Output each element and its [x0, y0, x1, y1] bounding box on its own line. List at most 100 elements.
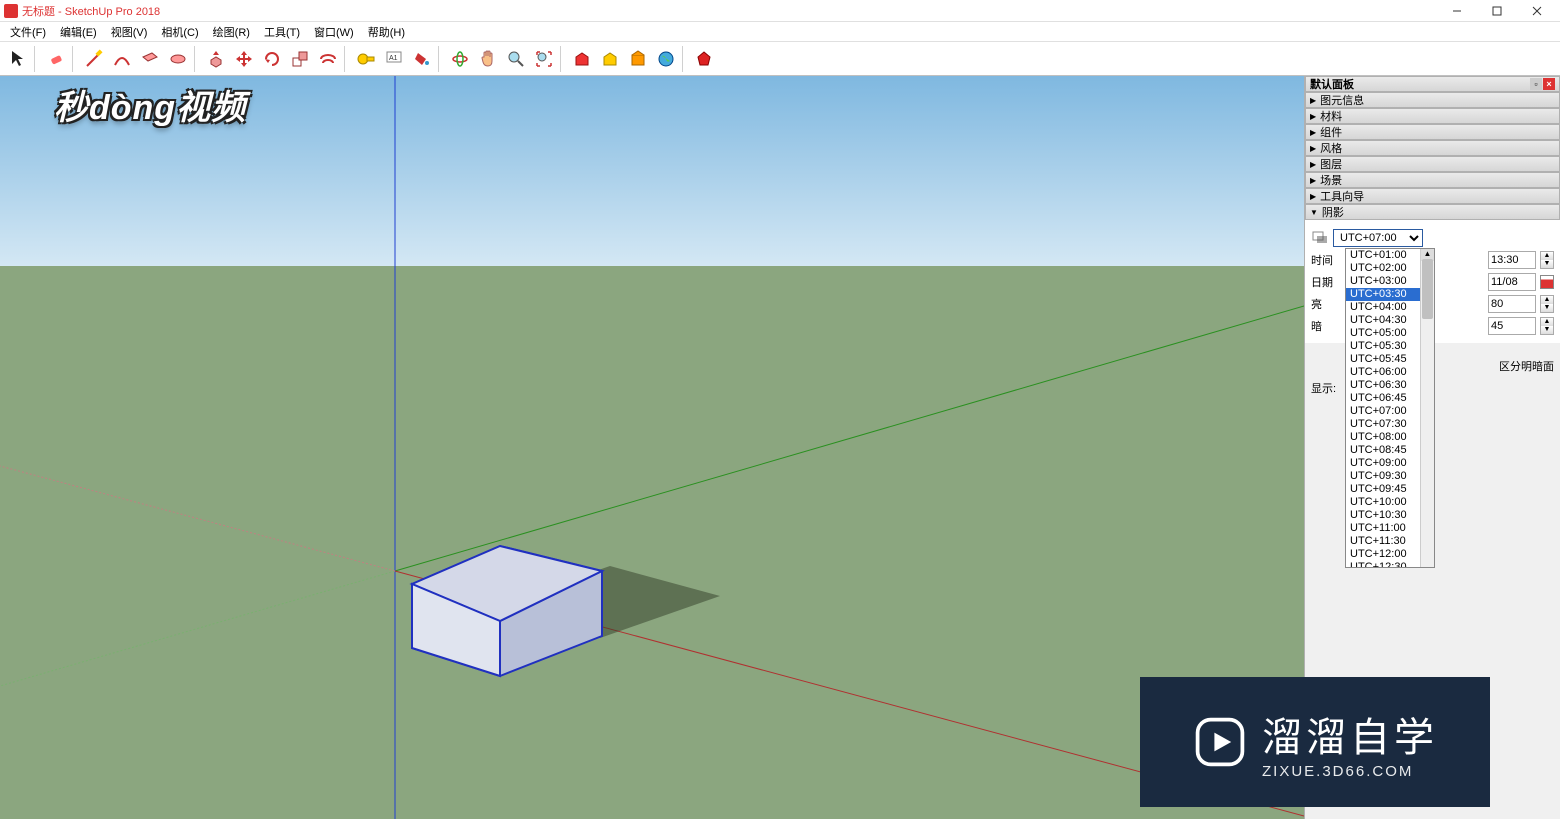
zoom-tool[interactable]	[503, 46, 529, 72]
panel-shadows[interactable]: 阴影	[1305, 204, 1560, 220]
tz-option[interactable]: UTC+06:45	[1346, 392, 1420, 405]
dropdown-scrollbar[interactable]: ▲▼	[1420, 249, 1434, 568]
panel-materials[interactable]: 材料	[1305, 108, 1560, 124]
menu-tools[interactable]: 工具(T)	[258, 23, 306, 41]
tz-option[interactable]: UTC+11:30	[1346, 535, 1420, 548]
main-toolbar: A1	[0, 42, 1560, 76]
dark-input[interactable]: 45	[1488, 317, 1536, 335]
window-title: 无标题 - SketchUp Pro 2018	[22, 3, 1444, 19]
tray-title-label: 默认面板	[1310, 76, 1354, 92]
menu-file[interactable]: 文件(F)	[4, 23, 52, 41]
panel-entity-info[interactable]: 图元信息	[1305, 92, 1560, 108]
tz-option[interactable]: UTC+05:45	[1346, 353, 1420, 366]
timezone-select[interactable]: UTC+07:00	[1333, 229, 1423, 247]
date-label: 日期	[1311, 274, 1339, 290]
bright-spinner[interactable]: ▲▼	[1540, 295, 1554, 313]
menu-bar: 文件(F) 编辑(E) 视图(V) 相机(C) 绘图(R) 工具(T) 窗口(W…	[0, 22, 1560, 42]
maximize-button[interactable]	[1484, 2, 1510, 20]
geo-location-tool[interactable]	[653, 46, 679, 72]
tz-option[interactable]: UTC+01:00	[1346, 249, 1420, 262]
face-sun-checkbox-label: 区分明暗面	[1499, 358, 1554, 374]
menu-camera[interactable]: 相机(C)	[155, 23, 204, 41]
time-input[interactable]: 13:30	[1488, 251, 1536, 269]
app-icon	[4, 4, 18, 18]
tz-option[interactable]: UTC+09:45	[1346, 483, 1420, 496]
time-label: 时间	[1311, 252, 1339, 268]
watermark-url-text: ZIXUE.3D66.COM	[1262, 763, 1413, 780]
offset-tool[interactable]	[315, 46, 341, 72]
select-tool[interactable]	[5, 46, 31, 72]
display-label: 显示:	[1311, 380, 1341, 396]
tz-option[interactable]: UTC+03:00	[1346, 275, 1420, 288]
rectangle-tool[interactable]	[137, 46, 163, 72]
text-tool[interactable]: A1	[381, 46, 407, 72]
orbit-tool[interactable]	[447, 46, 473, 72]
close-button[interactable]	[1524, 2, 1550, 20]
tz-option[interactable]: UTC+06:30	[1346, 379, 1420, 392]
time-spinner[interactable]: ▲▼	[1540, 251, 1554, 269]
panel-layers[interactable]: 图层	[1305, 156, 1560, 172]
paint-bucket-tool[interactable]	[409, 46, 435, 72]
menu-edit[interactable]: 编辑(E)	[54, 23, 103, 41]
rotate-tool[interactable]	[259, 46, 285, 72]
arc-tool[interactable]	[109, 46, 135, 72]
pan-tool[interactable]	[475, 46, 501, 72]
extension-warehouse-tool[interactable]	[625, 46, 651, 72]
tz-option[interactable]: UTC+02:00	[1346, 262, 1420, 275]
tz-option[interactable]: UTC+09:30	[1346, 470, 1420, 483]
watermark-logo-top: 秒dòng视频	[54, 80, 246, 129]
minimize-button[interactable]	[1444, 2, 1470, 20]
model-axes	[0, 76, 1304, 819]
move-tool[interactable]	[231, 46, 257, 72]
line-tool[interactable]	[81, 46, 107, 72]
tz-option[interactable]: UTC+08:00	[1346, 431, 1420, 444]
menu-view[interactable]: 视图(V)	[105, 23, 154, 41]
bright-label: 亮	[1311, 296, 1339, 312]
tape-measure-tool[interactable]	[353, 46, 379, 72]
timezone-dropdown-list[interactable]: UTC+01:00UTC+02:00UTC+03:00UTC+03:30UTC+…	[1345, 248, 1435, 568]
shadows-panel-body: UTC+07:00 时间 13:30 ▲▼ 日期 11/08 亮 80 ▲▼ 暗…	[1305, 220, 1560, 343]
tz-option[interactable]: UTC+08:45	[1346, 444, 1420, 457]
bright-input[interactable]: 80	[1488, 295, 1536, 313]
ruby-console-tool[interactable]	[691, 46, 717, 72]
scale-tool[interactable]	[287, 46, 313, 72]
watermark-logo-bottom: 溜溜自学 ZIXUE.3D66.COM	[1140, 677, 1490, 807]
tz-option[interactable]: UTC+05:00	[1346, 327, 1420, 340]
tz-option[interactable]: UTC+10:30	[1346, 509, 1420, 522]
3d-viewport[interactable]: 秒dòng视频	[0, 76, 1304, 819]
menu-window[interactable]: 窗口(W)	[308, 23, 360, 41]
calendar-icon[interactable]	[1540, 275, 1554, 289]
tz-option[interactable]: UTC+07:30	[1346, 418, 1420, 431]
tz-option[interactable]: UTC+03:30	[1346, 288, 1420, 301]
tz-option[interactable]: UTC+04:00	[1346, 301, 1420, 314]
panel-styles[interactable]: 风格	[1305, 140, 1560, 156]
tz-option[interactable]: UTC+05:30	[1346, 340, 1420, 353]
panel-scenes[interactable]: 场景	[1305, 172, 1560, 188]
tz-option[interactable]: UTC+07:00	[1346, 405, 1420, 418]
tz-option[interactable]: UTC+04:30	[1346, 314, 1420, 327]
push-pull-tool[interactable]	[203, 46, 229, 72]
watermark-cn-text: 溜溜自学	[1262, 705, 1438, 763]
menu-draw[interactable]: 绘图(R)	[207, 23, 256, 41]
3d-warehouse-tool[interactable]	[569, 46, 595, 72]
circle-tool[interactable]	[165, 46, 191, 72]
panel-instructor[interactable]: 工具向导	[1305, 188, 1560, 204]
warehouse-model-tool[interactable]	[597, 46, 623, 72]
dark-spinner[interactable]: ▲▼	[1540, 317, 1554, 335]
tz-option[interactable]: UTC+12:30	[1346, 561, 1420, 568]
tz-option[interactable]: UTC+12:00	[1346, 548, 1420, 561]
menu-help[interactable]: 帮助(H)	[362, 23, 411, 41]
tz-option[interactable]: UTC+09:00	[1346, 457, 1420, 470]
dark-label: 暗	[1311, 318, 1339, 334]
date-input[interactable]: 11/08	[1488, 273, 1536, 291]
tz-option[interactable]: UTC+11:00	[1346, 522, 1420, 535]
shadow-toggle-icon[interactable]	[1311, 228, 1329, 247]
play-logo-icon	[1192, 714, 1248, 770]
tray-controls[interactable]: ▫×	[1530, 78, 1555, 90]
tray-title[interactable]: 默认面板 ▫×	[1305, 76, 1560, 92]
zoom-extents-tool[interactable]	[531, 46, 557, 72]
tz-option[interactable]: UTC+10:00	[1346, 496, 1420, 509]
panel-components[interactable]: 组件	[1305, 124, 1560, 140]
eraser-tool[interactable]	[43, 46, 69, 72]
tz-option[interactable]: UTC+06:00	[1346, 366, 1420, 379]
